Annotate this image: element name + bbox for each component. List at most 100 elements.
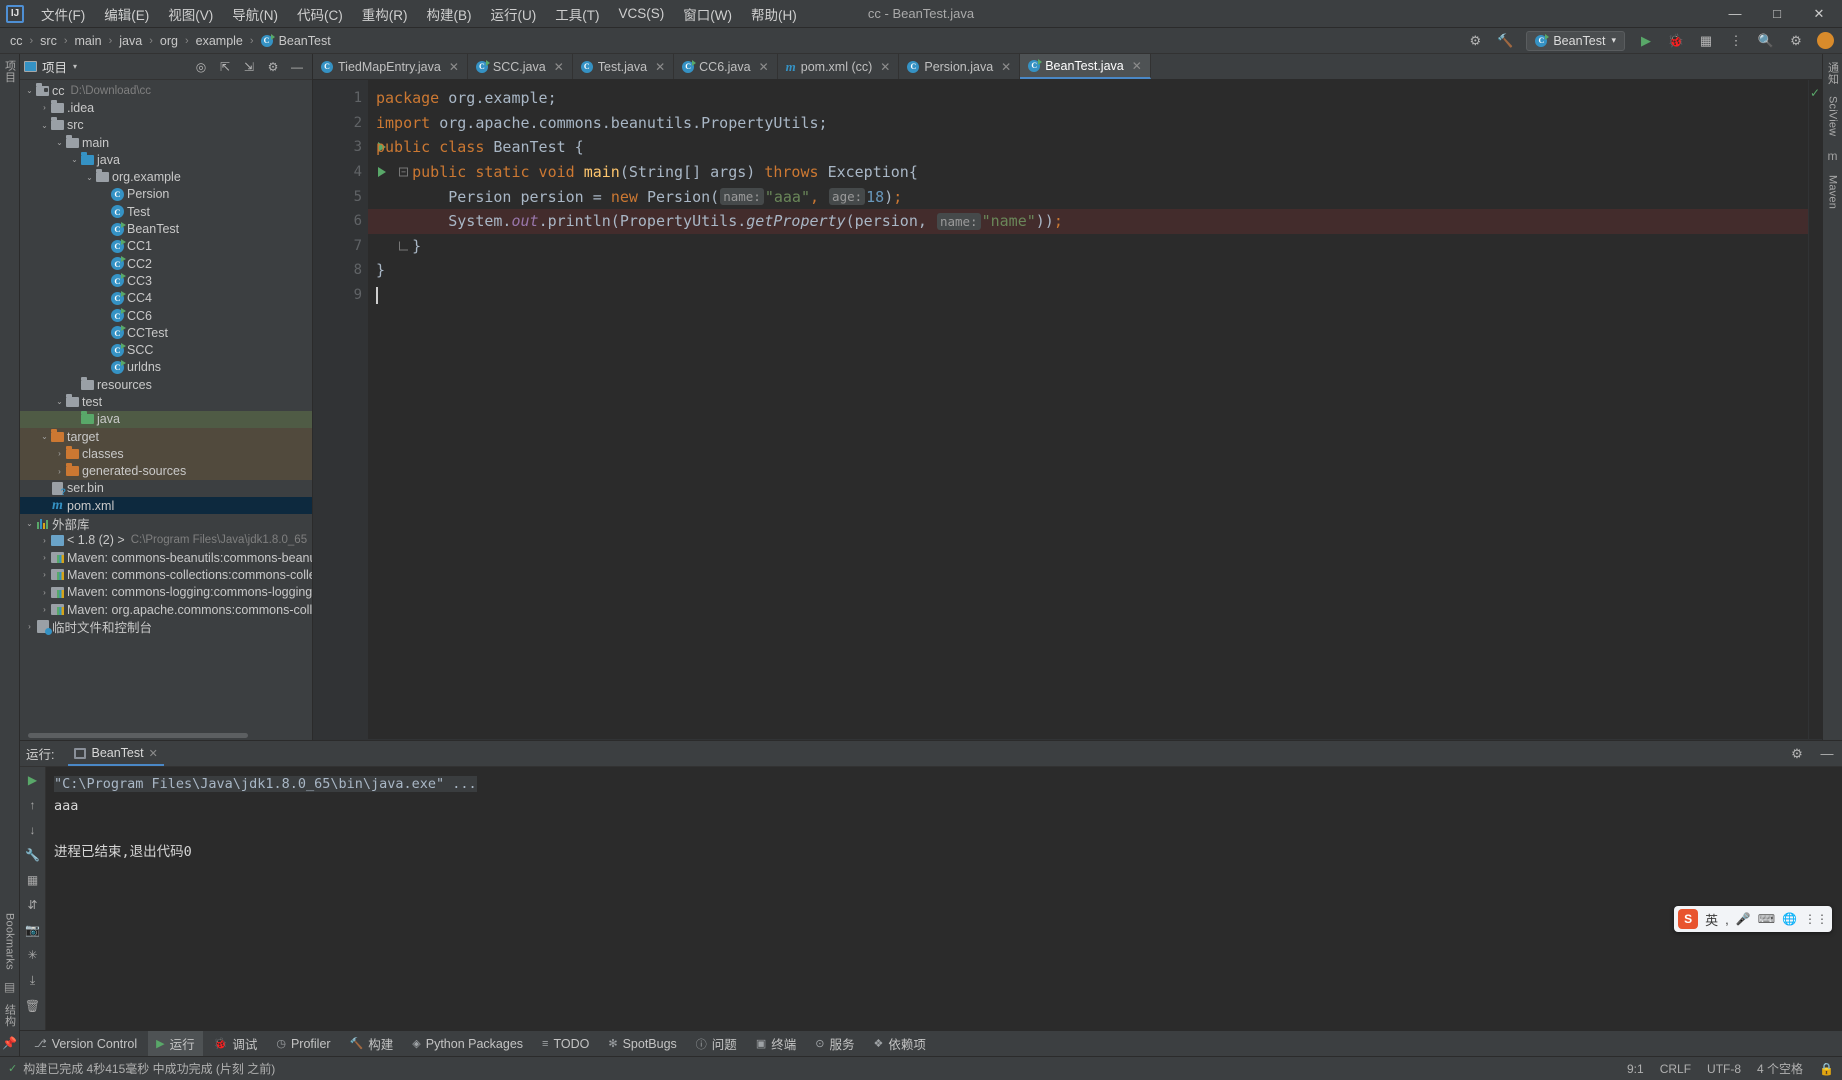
avatar[interactable]	[1817, 32, 1834, 49]
tree-node[interactable]: ⌄ target	[20, 427, 312, 446]
chevron-down-icon[interactable]: ⌄	[39, 432, 50, 441]
chevron-right-icon[interactable]: ›	[39, 570, 50, 579]
close-icon[interactable]: ✕	[880, 60, 890, 74]
menu-vcs[interactable]: VCS(S)	[610, 2, 674, 25]
menu-file[interactable]: 文件(F)	[32, 0, 94, 28]
menu-view[interactable]: 视图(V)	[159, 0, 222, 28]
breadcrumb-item-org[interactable]: org	[158, 33, 180, 49]
tree-node[interactable]: › < 1.8 (2) > C:\Program Files\Java\jdk1.8…	[20, 532, 312, 549]
sogou-logo-icon[interactable]: S	[1678, 909, 1699, 929]
collapse-all-icon[interactable]: ⇲	[242, 60, 256, 74]
bottom-problems[interactable]: ⓘ 问题	[688, 1031, 745, 1056]
file-encoding[interactable]: UTF-8	[1707, 1062, 1741, 1076]
expand-all-icon[interactable]: ⇱	[218, 60, 232, 74]
editor-tab[interactable]: C SCC.java ✕	[468, 54, 573, 79]
code-line[interactable]: Persion persion = new Persion(name: "aaa"…	[368, 184, 1808, 209]
gutter-line[interactable]: 4	[313, 160, 408, 185]
line-separator[interactable]: CRLF	[1660, 1062, 1691, 1076]
menu-window[interactable]: 窗口(W)	[674, 0, 741, 28]
chevron-down-icon[interactable]: ⌄	[54, 138, 65, 147]
tree-node[interactable]: resources	[20, 376, 312, 393]
gutter-line[interactable]: 2	[313, 111, 368, 136]
keyboard-icon[interactable]: ⌨	[1758, 912, 1775, 926]
bottom-services[interactable]: ⊙ 服务	[807, 1031, 862, 1056]
search-everywhere-icon[interactable]: 🔍	[1757, 33, 1775, 49]
more-actions-icon[interactable]: ⋮	[1727, 33, 1745, 49]
code-line[interactable]: }	[368, 234, 1808, 259]
ime-mode-label[interactable]: 英	[1705, 910, 1718, 929]
scroll-to-source-icon[interactable]: ◎	[194, 60, 208, 74]
debug-button[interactable]: 🐞	[1667, 33, 1685, 49]
sidebar-item-notifications[interactable]: 通知	[1825, 62, 1841, 84]
code-line[interactable]: System. out .println(PropertyUtils. getProp…	[368, 208, 1808, 234]
export-icon[interactable]: ⤓	[30, 973, 35, 988]
run-tab-beantest[interactable]: BeanTest ✕	[68, 741, 164, 766]
tree-node[interactable]: ⌄ cc D:\Download\cc	[20, 82, 312, 99]
tree-node[interactable]: ⌄ main	[20, 134, 312, 151]
chevron-right-icon[interactable]: ›	[39, 536, 50, 545]
close-icon[interactable]: ✕	[759, 60, 769, 74]
console-output[interactable]: "C:\Program Files\Java\jdk1.8.0_65\bin\j…	[46, 767, 1842, 1030]
tree-node[interactable]: ⌄ 外部库	[20, 514, 312, 532]
tree-node[interactable]: C Persion	[20, 186, 312, 203]
tree-node[interactable]: › 临时文件和控制台	[20, 618, 312, 635]
sidebar-item-project[interactable]: 项目	[2, 60, 18, 82]
layout-icon[interactable]: ▦	[27, 873, 38, 887]
bottom-profiler[interactable]: ◷ Profiler	[268, 1034, 338, 1054]
ime-menu-icon[interactable]: ⋮⋮	[1804, 912, 1828, 926]
tree-node[interactable]: › Maven: org.apache.commons:commons-colle…	[20, 601, 312, 618]
hide-project-panel-icon[interactable]: —	[290, 60, 304, 74]
structure-icon[interactable]: ▤	[4, 980, 15, 994]
tree-node[interactable]: C BeanTest	[20, 220, 312, 237]
sidebar-item-sciview[interactable]: SciView	[1827, 96, 1839, 136]
chevron-down-icon[interactable]: ⌄	[84, 173, 95, 182]
pin-icon[interactable]: 📌	[2, 1036, 17, 1050]
close-icon[interactable]: ✕	[554, 60, 564, 74]
close-icon[interactable]: ✕	[149, 747, 158, 760]
tree-node[interactable]: › classes	[20, 445, 312, 463]
editor-tab[interactable]: C Persion.java ✕	[899, 54, 1021, 79]
tree-node[interactable]: › Maven: commons-logging:commons-logging:…	[20, 584, 312, 601]
editor-tab[interactable]: C CC6.java ✕	[674, 54, 778, 79]
gutter-line[interactable]: 6	[313, 209, 388, 234]
trash-icon[interactable]: 🗑	[25, 999, 40, 1013]
gutter-line[interactable]: 3	[313, 135, 386, 160]
wrench-settings-icon[interactable]: 🔧	[25, 848, 40, 862]
gutter-line[interactable]: 9	[313, 283, 368, 308]
sidebar-item-bookmarks[interactable]: Bookmarks	[4, 913, 16, 970]
tree-node[interactable]: › Maven: commons-beanutils:commons-beanut…	[20, 549, 312, 566]
editor-tab[interactable]: m pom.xml (cc) ✕	[778, 54, 900, 79]
close-icon[interactable]: ✕	[1132, 59, 1142, 73]
gutter-line[interactable]: 1	[313, 86, 368, 111]
code-line[interactable]: public class BeanTest {	[368, 135, 1808, 160]
menu-help[interactable]: 帮助(H)	[742, 0, 806, 28]
close-button[interactable]: ✕	[1798, 0, 1840, 27]
maximize-button[interactable]: □	[1756, 0, 1798, 27]
build-hammer-icon[interactable]: 🔨	[1496, 33, 1514, 49]
chevron-right-icon[interactable]: ›	[39, 553, 50, 562]
run-settings-gear-icon[interactable]: ⚙	[1788, 746, 1806, 762]
tree-node[interactable]: C CCTest	[20, 324, 312, 341]
profiler-icon[interactable]: ⚙	[1466, 33, 1484, 49]
breadcrumb-item-src[interactable]: src	[38, 33, 59, 49]
tree-node[interactable]: ⌄ java	[20, 151, 312, 168]
scroll-down-icon[interactable]: ↓	[30, 823, 36, 837]
bottom-dependencies[interactable]: ❖ 依赖项	[865, 1031, 933, 1056]
menu-build[interactable]: 构建(B)	[418, 0, 481, 28]
gutter-line[interactable]: 7	[313, 234, 368, 259]
tree-node[interactable]: m pom.xml	[20, 497, 312, 515]
run-button[interactable]: ▶	[1637, 33, 1655, 49]
editor-tab[interactable]: C TiedMapEntry.java ✕	[313, 54, 468, 79]
tree-node[interactable]: › generated-sources	[20, 462, 312, 480]
editor-gutter[interactable]: 1 2 3 4 5 6 7 8 9	[313, 80, 408, 740]
breadcrumb-item-beantest[interactable]: BeanTest	[277, 33, 333, 49]
close-icon[interactable]: ✕	[655, 60, 665, 74]
breadcrumb-item-java[interactable]: java	[117, 33, 144, 49]
breadcrumb-item-example[interactable]: example	[194, 33, 245, 49]
rerun-icon[interactable]: ▶	[28, 773, 37, 787]
close-icon[interactable]: ✕	[1001, 60, 1011, 74]
chevron-down-icon[interactable]: ⌄	[24, 519, 35, 528]
editor-marker-strip[interactable]: ✓	[1808, 80, 1822, 740]
code-line[interactable]: package org.example;	[368, 86, 1808, 111]
clear-all-icon[interactable]: ✳	[27, 948, 37, 962]
